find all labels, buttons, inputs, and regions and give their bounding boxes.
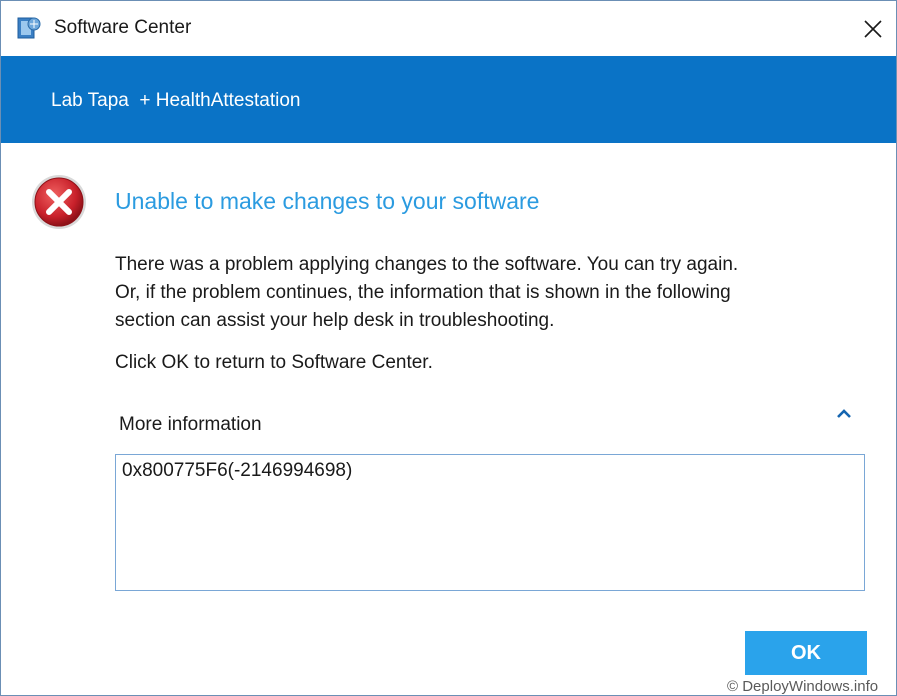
error-icon: [30, 173, 88, 231]
message-line: section can assist your help desk in tro…: [115, 307, 835, 335]
message-line: Or, if the problem continues, the inform…: [115, 279, 835, 307]
more-information-label: More information: [119, 414, 262, 436]
error-code: 0x800775F6(-2146994698): [122, 460, 352, 481]
header-band: Lab Tapa + HealthAttestation: [1, 56, 896, 143]
close-button[interactable]: [850, 1, 896, 56]
window-title: Software Center: [54, 17, 191, 39]
software-center-icon: [17, 15, 41, 41]
close-icon: [864, 20, 882, 38]
message-line: There was a problem applying changes to …: [115, 251, 835, 279]
software-center-dialog: Software Center Lab Tapa + HealthAttesta…: [0, 0, 897, 696]
watermark: © DeployWindows.info: [725, 678, 880, 695]
header-text: Lab Tapa + HealthAttestation: [51, 90, 300, 112]
error-message: There was a problem applying changes to …: [115, 251, 835, 335]
error-heading: Unable to make changes to your software: [115, 188, 539, 215]
instruction-text: Click OK to return to Software Center.: [115, 352, 433, 374]
more-information-box[interactable]: 0x800775F6(-2146994698): [115, 454, 865, 591]
title-bar: Software Center: [1, 1, 896, 56]
chevron-up-icon[interactable]: [835, 405, 853, 423]
ok-button[interactable]: OK: [745, 631, 867, 675]
